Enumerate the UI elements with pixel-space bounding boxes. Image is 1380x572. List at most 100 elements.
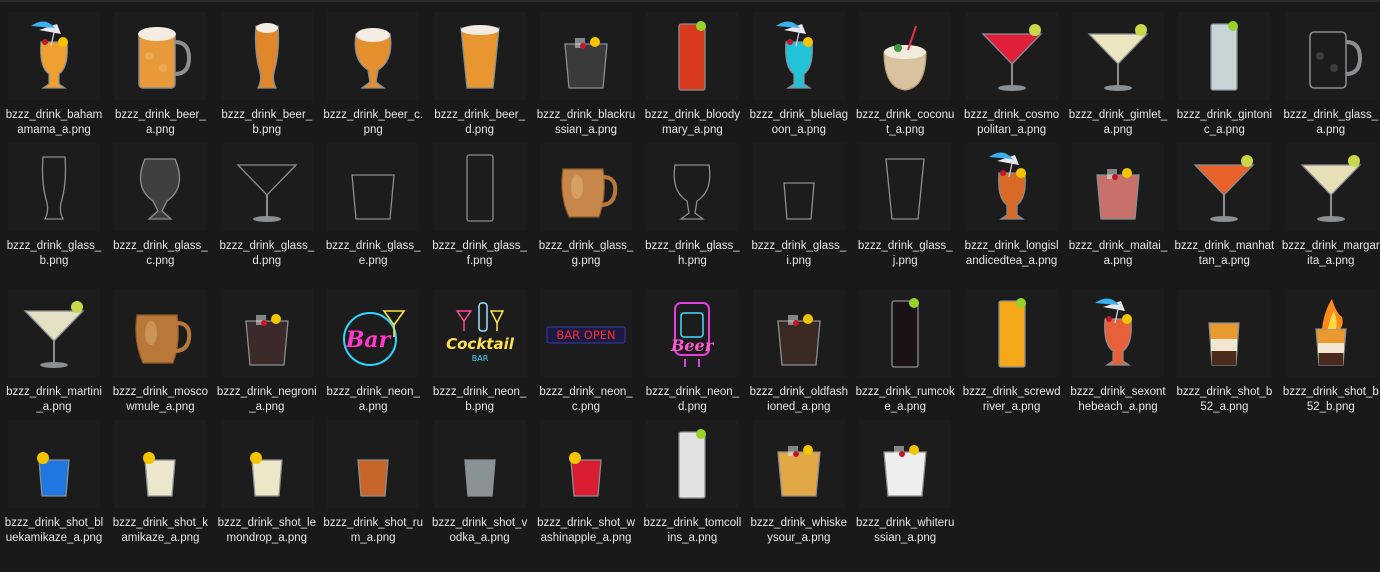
file-tile-bzzz-drink-neon-b[interactable]: Cocktail BAR bzzz_drink_neon_b.png [427,289,533,415]
file-tile-bzzz-drink-shot-b52-a[interactable]: bzzz_drink_shot_b52_a.png [1171,289,1277,415]
file-name-label: bzzz_drink_neon_b.png [432,386,527,413]
file-tile-bzzz-drink-martini-a[interactable]: bzzz_drink_martini_a.png [1,289,107,415]
file-name-label: bzzz_drink_glass_e.png [325,240,421,267]
file-tile-bzzz-drink-glass-h[interactable]: bzzz_drink_glass_h.png [639,143,745,269]
copper-mug-icon [135,314,192,364]
file-tile-bzzz-drink-neon-d[interactable]: Beer bzzz_drink_neon_d.png [639,289,745,415]
neon-bar-open-sign-icon: BAR OPEN [546,326,626,344]
file-tile-bzzz-drink-glass-e[interactable]: bzzz_drink_glass_e.png [320,143,426,269]
rocks-glass-icon [351,174,395,220]
file-tile-bzzz-drink-moscowmule-a[interactable]: bzzz_drink_moscowmule_a.png [107,289,213,415]
file-tile-bzzz-drink-longislandicedtea-a[interactable]: bzzz_drink_longislandicedtea_a.png [959,143,1065,269]
thumbnail [1072,289,1164,377]
file-tile-bzzz-drink-gimlet-a[interactable]: bzzz_drink_gimlet_a.png [1065,12,1171,138]
martini-glass-icon [1300,155,1362,222]
file-tile-bzzz-drink-glass-b[interactable]: bzzz_drink_glass_b.png [1,143,107,269]
file-tile-bzzz-drink-bahamamama-a[interactable]: bzzz_drink_bahamamama_a.png [1,12,107,138]
file-grid: bzzz_drink_bahamamama_a.png bzzz_drink_b… [0,0,1380,572]
martini-glass-icon [23,301,85,368]
file-tile-bzzz-drink-shot-vodka-a[interactable]: bzzz_drink_shot_vodka_a.png [427,420,533,546]
neon-bar-sign-icon: Bar [343,310,406,366]
file-tile-bzzz-drink-whiterussian-a[interactable]: bzzz_drink_whiterussian_a.png [852,420,958,546]
rocks-glass-icon [245,314,289,366]
file-name-label: bzzz_drink_whiskeysour_a.png [750,517,848,544]
rocks-glass-icon [564,37,608,89]
thumbnail [220,420,313,508]
file-name-label: bzzz_drink_bloodymary_a.png [644,109,741,136]
file-tile-bzzz-drink-gintonic-a[interactable]: bzzz_drink_gintonic_a.png [1171,12,1277,138]
file-tile-bzzz-drink-glass-a[interactable]: bzzz_drink_glass_a.png [1278,12,1380,138]
file-tile-bzzz-drink-glass-d[interactable]: bzzz_drink_glass_d.png [214,143,320,269]
file-tile-bzzz-drink-cosmopolitan-a[interactable]: bzzz_drink_cosmopolitan_a.png [959,12,1065,138]
neon-bar-text: Bar [345,327,392,353]
file-tile-bzzz-drink-neon-a[interactable]: Bar bzzz_drink_neon_a.png [320,289,426,415]
file-tile-bzzz-drink-rumcoke-a[interactable]: bzzz_drink_rumcoke_a.png [852,289,958,415]
thumbnail [220,289,313,377]
file-tile-bzzz-drink-glass-c[interactable]: bzzz_drink_glass_c.png [107,143,213,269]
file-name-label: bzzz_drink_longislandicedtea_a.png [964,240,1059,267]
thumbnail [433,420,526,508]
thumbnail [8,12,100,100]
file-tile-bzzz-drink-beer-d[interactable]: bzzz_drink_beer_d.png [427,12,533,138]
file-tile-bzzz-drink-screwdriver-a[interactable]: bzzz_drink_screwdriver_a.png [959,289,1065,415]
thumbnail [114,289,207,377]
file-tile-bzzz-drink-shot-washinapple-a[interactable]: bzzz_drink_shot_washinapple_a.png [533,420,639,546]
file-tile-bzzz-drink-coconut-a[interactable]: bzzz_drink_coconut_a.png [852,12,958,138]
neon-bar-open-text: BAR OPEN [556,328,615,342]
file-tile-bzzz-drink-whiskeysour-a[interactable]: bzzz_drink_whiskeysour_a.png [746,420,852,546]
file-name-label: bzzz_drink_gimlet_a.png [1068,109,1168,136]
file-tile-bzzz-drink-neon-c[interactable]: BAR OPEN bzzz_drink_neon_c.png [533,289,639,415]
file-tile-bzzz-drink-glass-i[interactable]: bzzz_drink_glass_i.png [746,143,852,269]
file-name-label: bzzz_drink_shot_vodka_a.png [431,517,528,544]
file-name-label: bzzz_drink_gintonic_a.png [1176,109,1273,136]
beer-tulip-icon [354,28,392,89]
file-tile-bzzz-drink-blackrussian-a[interactable]: bzzz_drink_blackrussian_a.png [533,12,639,138]
beer-mug-icon [1309,31,1362,89]
thumbnail [965,143,1058,231]
file-name-label: bzzz_drink_shot_b52_a.png [1176,386,1273,413]
thumbnail: Cocktail BAR [433,289,526,377]
file-name-label: bzzz_drink_beer_d.png [434,109,525,136]
file-tile-bzzz-drink-oldfashioned-a[interactable]: bzzz_drink_oldfashioned_a.png [746,289,852,415]
file-tile-bzzz-drink-beer-a[interactable]: bzzz_drink_beer_a.png [107,12,213,138]
file-name-label: bzzz_drink_coconut_a.png [855,109,955,136]
file-tile-bzzz-drink-shot-b52-b[interactable]: bzzz_drink_shot_b52_b.png [1278,289,1380,415]
file-tile-bzzz-drink-glass-j[interactable]: bzzz_drink_glass_j.png [852,143,958,269]
thumbnail [327,143,420,231]
file-tile-bzzz-drink-manhattan-a[interactable]: bzzz_drink_manhattan_a.png [1171,143,1277,269]
file-tile-bzzz-drink-tomcollins-a[interactable]: bzzz_drink_tomcollins_a.png [639,420,745,546]
highball-glass-icon [1210,21,1239,91]
thumbnail [433,12,526,100]
copper-mug-icon [561,168,618,218]
thumbnail [8,289,100,377]
file-tile-bzzz-drink-bluelagoon-a[interactable]: bzzz_drink_bluelagoon_a.png [746,12,852,138]
file-tile-bzzz-drink-shot-bluekamikaze-a[interactable]: bzzz_drink_shot_bluekamikaze_a.png [1,420,107,546]
coconut-drink-icon [883,25,927,91]
file-name-label: bzzz_drink_neon_d.png [645,386,740,413]
file-tile-bzzz-drink-shot-kamikaze-a[interactable]: bzzz_drink_shot_kamikaze_a.png [107,420,213,546]
thumbnail: BAR OPEN [540,289,632,377]
thumbnail: Beer [646,289,739,377]
thumbnail [752,420,845,508]
file-tile-bzzz-drink-negroni-a[interactable]: bzzz_drink_negroni_a.png [214,289,320,415]
thumbnail [114,12,207,100]
file-tile-bzzz-drink-beer-c[interactable]: bzzz_drink_beer_c.png [320,12,426,138]
file-tile-bzzz-drink-margarita-a[interactable]: bzzz_drink_margarita_a.png [1278,143,1380,269]
file-tile-bzzz-drink-bloodymary-a[interactable]: bzzz_drink_bloodymary_a.png [639,12,745,138]
shot-glass-icon [357,459,389,497]
highball-glass-icon [678,429,707,499]
file-tile-bzzz-drink-beer-b[interactable]: bzzz_drink_beer_b.png [214,12,320,138]
file-name-label: bzzz_drink_sexonthebeach_a.png [1070,386,1166,413]
file-tile-bzzz-drink-shot-lemondrop-a[interactable]: bzzz_drink_shot_lemondrop_a.png [214,420,320,546]
cocktail-umbrella-icon [775,21,813,89]
rocks-glass-icon [777,445,821,497]
file-tile-bzzz-drink-maitai-a[interactable]: bzzz_drink_maitai_a.png [1065,143,1171,269]
file-name-label: bzzz_drink_rumcoke_a.png [855,386,955,413]
thumbnail [1178,289,1271,377]
file-tile-bzzz-drink-glass-g[interactable]: bzzz_drink_glass_g.png [533,143,639,269]
file-tile-bzzz-drink-shot-rum-a[interactable]: bzzz_drink_shot_rum_a.png [320,420,426,546]
file-tile-bzzz-drink-glass-f[interactable]: bzzz_drink_glass_f.png [427,143,533,269]
file-tile-bzzz-drink-sexonthebeach-a[interactable]: bzzz_drink_sexonthebeach_a.png [1065,289,1171,415]
thumbnail [327,420,420,508]
thumbnail [965,289,1058,377]
